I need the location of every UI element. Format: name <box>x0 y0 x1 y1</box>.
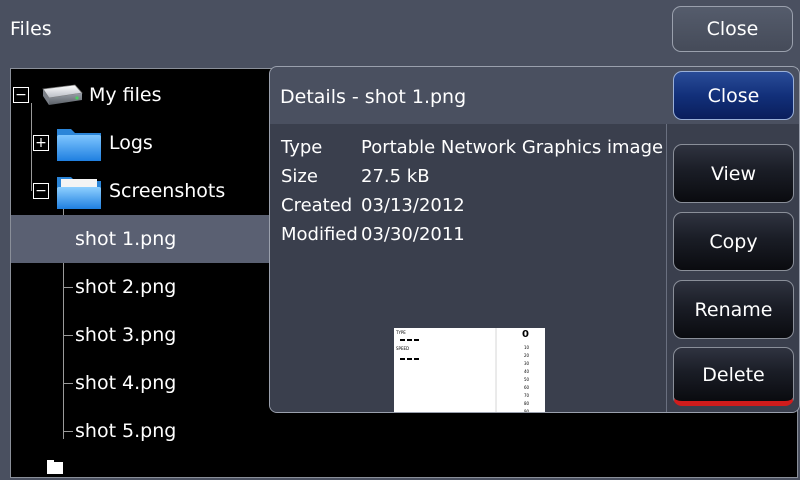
thumb-scale-label: 80 <box>524 401 530 406</box>
tree-item-label: Logs <box>109 132 153 154</box>
collapse-icon[interactable]: − <box>33 183 49 199</box>
thumb-scale-label: 20 <box>524 353 530 358</box>
thumb-scale-label: 40 <box>524 369 530 374</box>
file-icon <box>47 459 65 477</box>
collapse-icon[interactable]: − <box>13 87 29 103</box>
tree-item-file[interactable]: shot 3.png <box>11 311 269 359</box>
tree-item-file[interactable]: shot 5.png <box>11 407 269 455</box>
property-value: Portable Network Graphics image <box>361 137 664 158</box>
property-label: Created <box>281 195 353 216</box>
delete-button[interactable]: Delete <box>673 347 794 406</box>
svg-text:SPEED: SPEED <box>396 346 409 351</box>
tree-item-file[interactable]: shot 1.png <box>11 215 269 263</box>
details-panel: Type Portable Network Graphics image Siz… <box>270 124 666 413</box>
rename-button[interactable]: Rename <box>673 280 794 339</box>
expand-icon[interactable]: + <box>33 135 49 151</box>
dialog-title: Details - shot 1.png <box>280 86 467 108</box>
folder-open-icon <box>55 171 103 216</box>
drive-icon <box>37 83 83 114</box>
tree-item-file[interactable]: shot 4.png <box>11 359 269 407</box>
app-title: Files <box>10 18 52 40</box>
tree-item-label: My files <box>89 84 162 106</box>
thumb-scale-label: 70 <box>524 393 530 398</box>
title-bar: Files Close <box>0 0 800 60</box>
property-value: 03/13/2012 <box>361 195 465 216</box>
tree-item-label: shot 1.png <box>75 228 177 250</box>
close-button[interactable]: Close <box>672 6 793 52</box>
view-button[interactable]: View <box>673 144 794 203</box>
thumb-depth-top: 0 <box>522 329 529 340</box>
copy-button[interactable]: Copy <box>673 212 794 271</box>
thumb-scale-label: 30 <box>524 361 530 366</box>
property-label: Size <box>281 166 318 187</box>
tree-item-label: shot 5.png <box>75 420 177 442</box>
dialog-header: Details - shot 1.png <box>270 67 666 124</box>
dialog-close-button[interactable]: Close <box>673 71 794 120</box>
thumb-scale-label: 50 <box>524 377 530 382</box>
thumb-scale-label: 90 <box>524 409 530 413</box>
tree-item-file[interactable]: shot 2.png <box>11 263 269 311</box>
image-thumbnail: TYPE SPEED 0102030405060708090100Frequen… <box>394 328 545 413</box>
details-dialog: Details - shot 1.png Close Type Portable… <box>269 66 800 413</box>
property-label: Type <box>281 137 323 158</box>
thumb-scale-label: 10 <box>524 345 530 350</box>
tree-item-label: shot 2.png <box>75 276 177 298</box>
thumb-scale-label: 60 <box>524 385 530 390</box>
property-value: 03/30/2011 <box>361 224 465 245</box>
tree-item-label: Screenshots <box>109 180 226 202</box>
property-label: Modified <box>281 224 358 245</box>
tree-item-label: shot 4.png <box>75 372 177 394</box>
tree-item-label: shot 3.png <box>75 324 177 346</box>
svg-text:TYPE: TYPE <box>395 330 406 335</box>
property-value: 27.5 kB <box>361 166 430 187</box>
folder-icon <box>55 123 103 168</box>
